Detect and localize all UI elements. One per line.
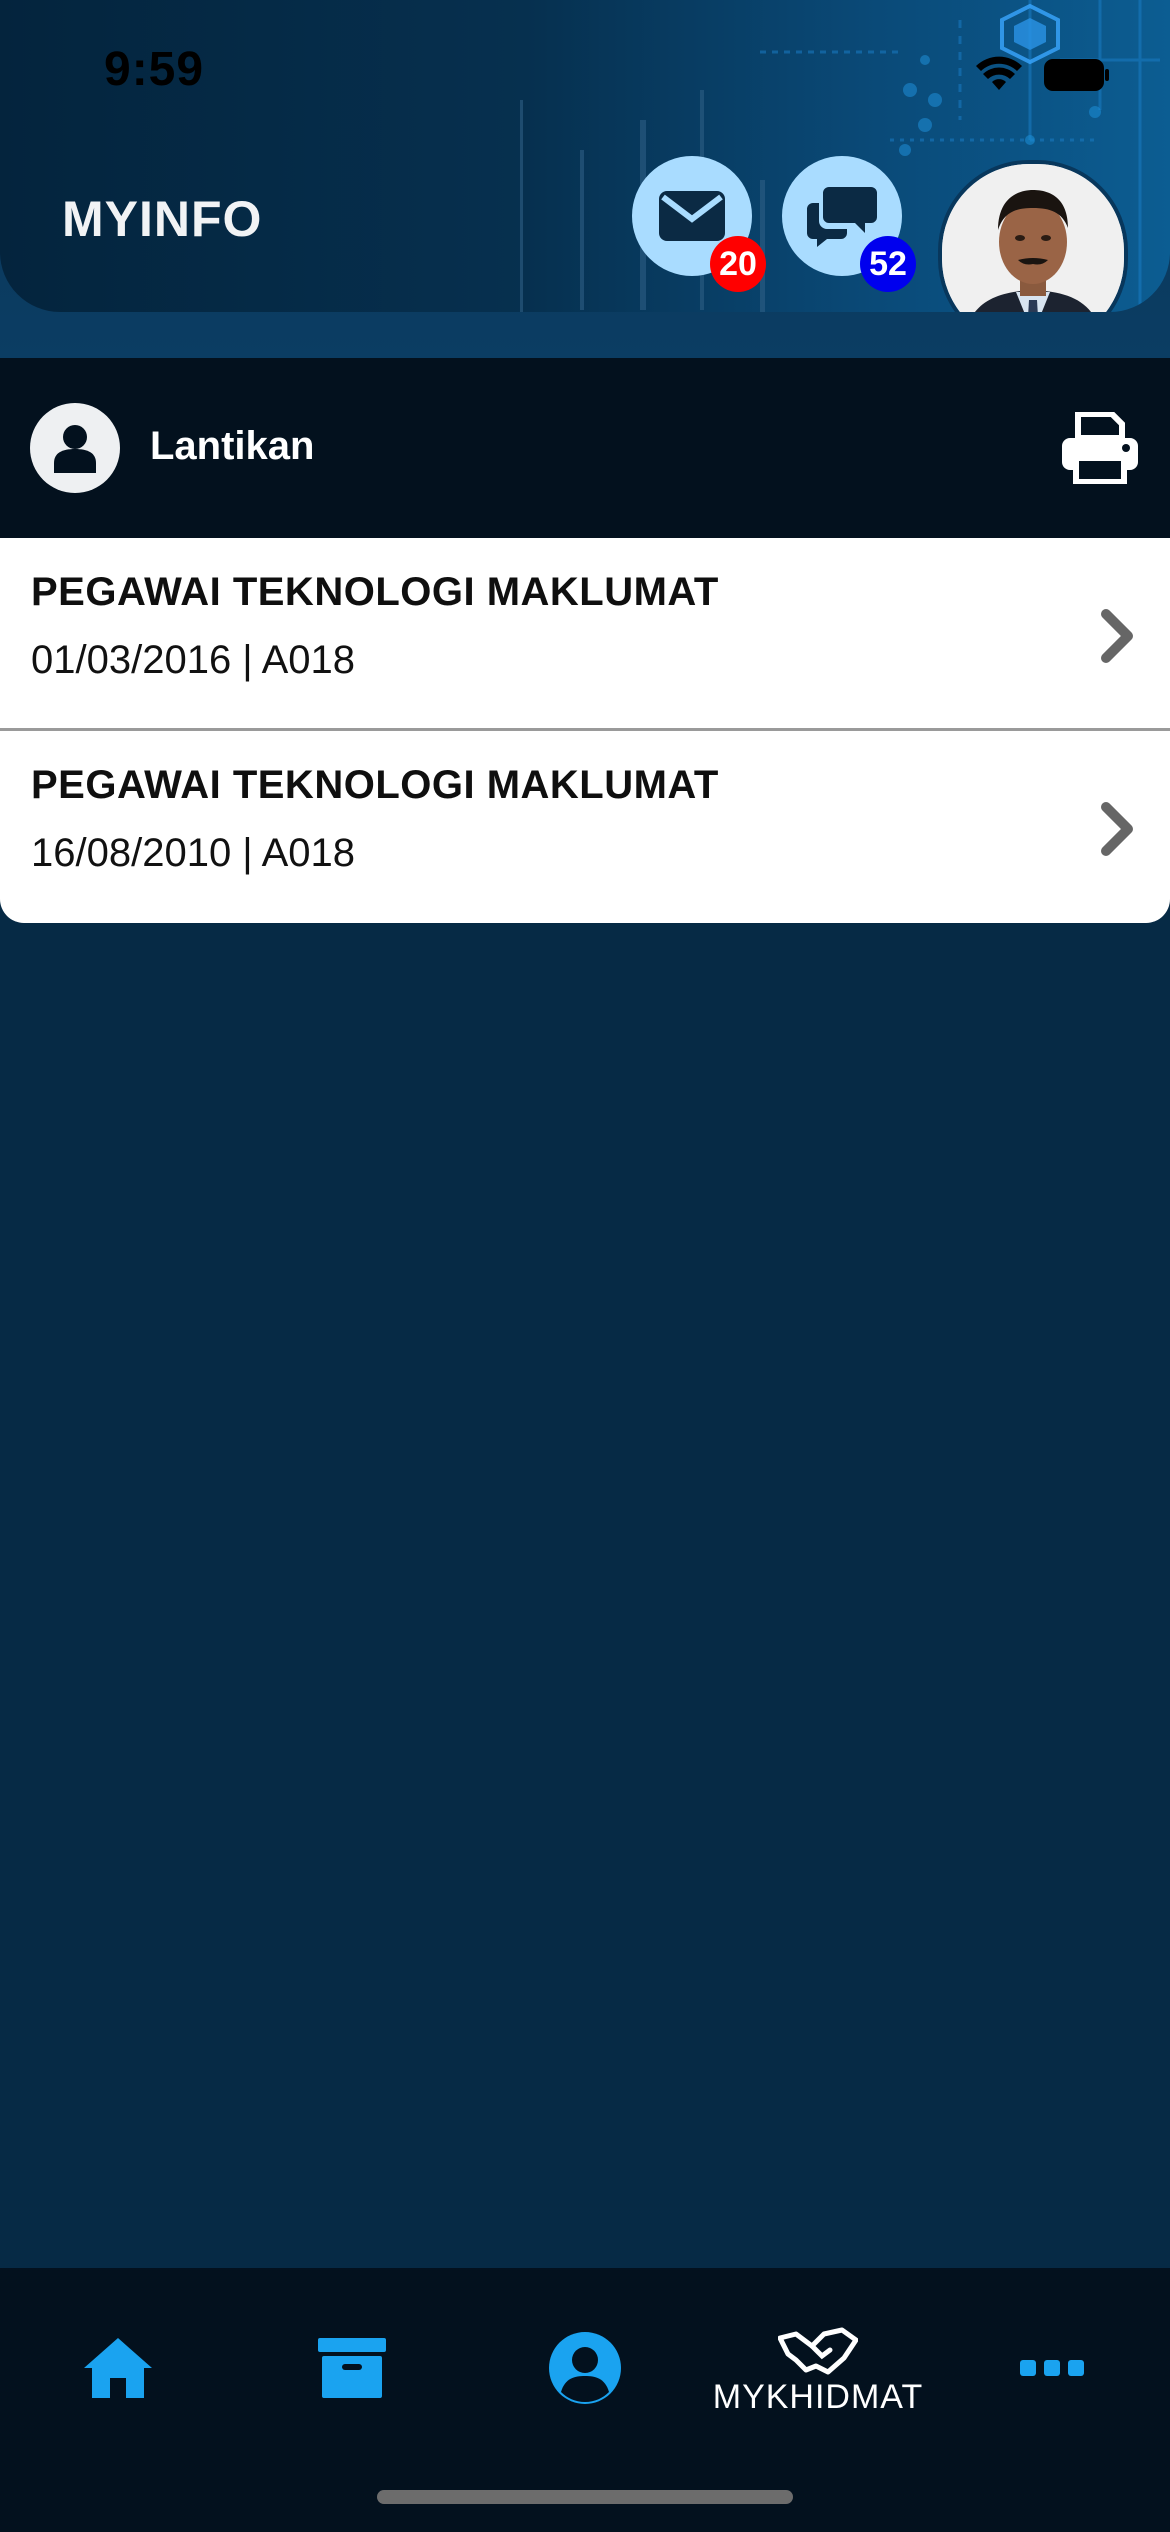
mail-button[interactable]: 20 — [632, 156, 766, 292]
item-title: PEGAWAI TEKNOLOGI MAKLUMAT — [31, 763, 719, 807]
user-photo — [942, 164, 1124, 312]
mail-icon — [659, 191, 725, 241]
battery-icon — [1044, 59, 1109, 91]
status-time: 9:59 — [104, 43, 205, 96]
home-icon — [84, 2338, 152, 2398]
print-button[interactable] — [1058, 410, 1142, 486]
archive-icon — [318, 2338, 386, 2398]
item-subtitle: 01/03/2016 | A018 — [31, 638, 356, 682]
chat-button[interactable]: 52 — [782, 156, 916, 292]
handshake-icon — [778, 2327, 858, 2374]
user-icon — [30, 403, 120, 493]
item-subtitle: 16/08/2010 | A018 — [31, 831, 356, 875]
list-item[interactable]: PEGAWAI TEKNOLOGI MAKLUMAT 16/08/2010 | … — [0, 731, 1170, 923]
more-icon — [1020, 2360, 1084, 2376]
nav-archive[interactable] — [272, 2308, 432, 2428]
item-title: PEGAWAI TEKNOLOGI MAKLUMAT — [31, 570, 719, 614]
chat-count-badge: 52 — [860, 236, 916, 292]
home-indicator — [377, 2490, 793, 2504]
nav-profile[interactable] — [505, 2308, 665, 2428]
nav-mykhidmat[interactable]: MYKHIDMAT — [708, 2308, 928, 2428]
nav-home[interactable] — [38, 2308, 198, 2428]
chat-icon — [807, 187, 877, 247]
printer-icon — [1062, 412, 1138, 484]
app-screen: 9:59 MYINFO 20 52 Lantikan PEGAWAI TEKNO… — [0, 0, 1170, 2532]
chevron-right-icon — [1101, 609, 1133, 663]
section-title: Lantikan — [150, 424, 315, 468]
appointment-list: PEGAWAI TEKNOLOGI MAKLUMAT 01/03/2016 | … — [0, 538, 1170, 923]
header: 9:59 MYINFO 20 52 — [0, 0, 1170, 358]
status-icons — [974, 56, 1110, 94]
wifi-icon — [976, 56, 1022, 90]
profile-icon — [549, 2332, 621, 2404]
list-item[interactable]: PEGAWAI TEKNOLOGI MAKLUMAT 01/03/2016 | … — [0, 538, 1170, 731]
app-title: MYINFO — [62, 191, 263, 247]
nav-more[interactable] — [972, 2308, 1132, 2428]
section-bar: Lantikan — [0, 358, 1170, 538]
chevron-right-icon — [1101, 802, 1133, 856]
nav-mykhidmat-label: MYKHIDMAT — [712, 2377, 924, 2416]
mail-count-badge: 20 — [710, 236, 766, 292]
header-card: 9:59 MYINFO 20 52 — [0, 0, 1170, 312]
